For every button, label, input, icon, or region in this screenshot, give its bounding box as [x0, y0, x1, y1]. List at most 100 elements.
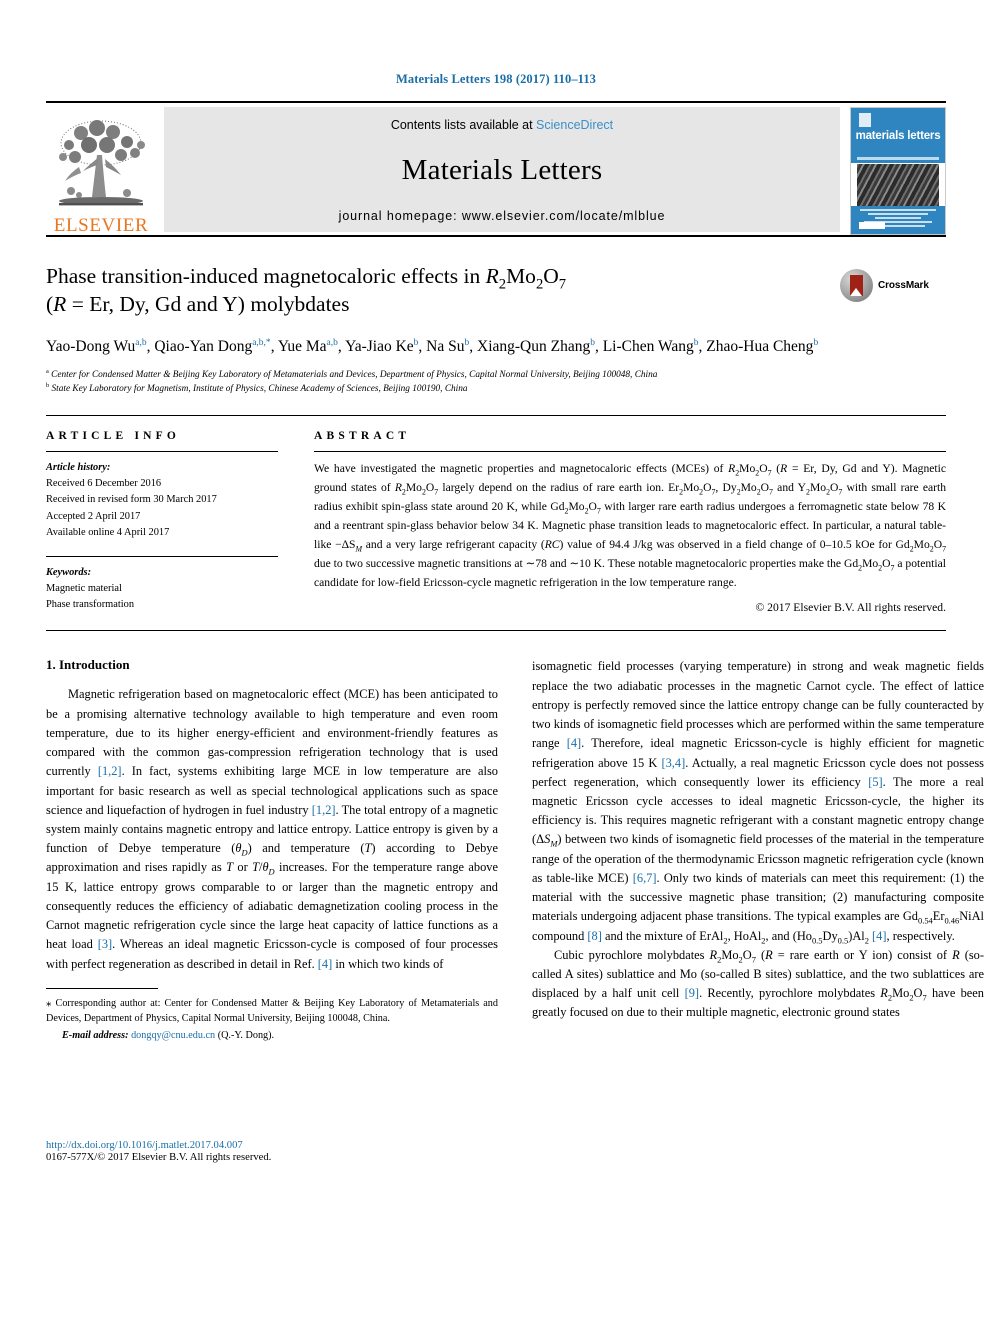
- author-separator: ,: [698, 337, 703, 355]
- elsevier-logo: ELSEVIER: [46, 107, 156, 235]
- abstract-rule: [314, 451, 946, 453]
- intro-paragraph-1-continued: isomagnetic field processes (varying tem…: [532, 659, 985, 945]
- intro-paragraph-2: Cubic pyrochlore molybdates R2Mo2O7 (R =…: [532, 947, 984, 1020]
- article-history-label: Article history:: [46, 462, 111, 474]
- title-formula-1: R2Mo2O7: [485, 264, 567, 293]
- affiliation-list: a Center for Condensed Matter & Beijing …: [46, 369, 946, 397]
- journal-band: Contents lists available at ScienceDirec…: [164, 107, 840, 232]
- crossmark-icon: [840, 268, 873, 302]
- history-item: Accepted 2 April 2017: [46, 510, 141, 522]
- crossmark-label: CrossMark: [878, 279, 929, 291]
- author-separator: ,: [594, 337, 603, 355]
- footnote-divider: [46, 987, 158, 989]
- body-column-right: isomagnetic field processes (varying tem…: [532, 657, 984, 1157]
- author-item: Xiang-Qun Zhangb,: [477, 338, 603, 355]
- email-line: E-mail address: dongqy@cnu.edu.cn (Q.-Y.…: [46, 1028, 498, 1043]
- history-item: Available online 4 April 2017: [46, 526, 170, 538]
- article-history-block: Article history: Received 6 December 201…: [46, 460, 278, 541]
- keywords-label: Keywords:: [46, 566, 92, 578]
- abstract-body: We have investigated the magnetic proper…: [314, 462, 947, 589]
- citation-link[interactable]: [1,2]: [312, 803, 336, 817]
- journal-cover-thumbnail: materials letters: [850, 107, 946, 235]
- author-affiliation-marker: a,b,*: [252, 337, 271, 348]
- citation-link[interactable]: [1,2]: [98, 764, 122, 778]
- doi-link[interactable]: http://dx.doi.org/10.1016/j.matlet.2017.…: [46, 1140, 498, 1151]
- abstract-copyright: © 2017 Elsevier B.V. All rights reserved…: [755, 601, 946, 615]
- citation-link[interactable]: [9]: [685, 986, 699, 1000]
- sciencedirect-link[interactable]: ScienceDirect: [536, 118, 613, 132]
- article-info-rule: [46, 451, 278, 453]
- article-info-column: ARTICLE INFO Article history: Received 6…: [46, 430, 278, 614]
- affiliation-marker: b: [46, 382, 50, 390]
- citation-link[interactable]: [4]: [567, 736, 581, 750]
- affiliation-text: State Key Laboratory for Magnetism, Inst…: [51, 384, 468, 395]
- author-separator: ,: [337, 337, 346, 355]
- article-info-heading: ARTICLE INFO: [46, 430, 181, 443]
- history-item: Received 6 December 2016: [46, 478, 162, 490]
- section-heading-introduction: 1. Introduction: [46, 657, 130, 673]
- journal-masthead: ELSEVIER Contents lists available at Sci…: [46, 101, 946, 235]
- title-text-part2: (R = Er, Dy, Gd and Y) molybdates: [46, 291, 350, 316]
- author-name: Qiao-Yan Dong: [154, 337, 253, 355]
- citation-link[interactable]: [8]: [587, 929, 601, 943]
- cover-badge: [859, 222, 885, 229]
- citation-link[interactable]: [3]: [98, 937, 112, 951]
- title-area: Phase transition-induced magnetocaloric …: [46, 263, 946, 319]
- author-affiliation-marker: b: [813, 337, 819, 348]
- corresponding-author-footnote: ⁎ Corresponding author at: Center for Co…: [46, 995, 498, 1043]
- crossmark-badge[interactable]: CrossMark: [840, 265, 946, 305]
- author-name: Yue Ma: [277, 337, 327, 355]
- cover-photo-image: [857, 164, 939, 206]
- author-name: Xiang-Qun Zhang: [477, 337, 591, 355]
- author-name: Na Su: [426, 337, 465, 355]
- masthead-bottom-rule: [46, 235, 946, 237]
- abstract-heading: ABSTRACT: [314, 430, 411, 443]
- citation-link[interactable]: [4]: [872, 929, 886, 943]
- abstract-bottom-rule: [46, 630, 946, 632]
- body-columns: 1. Introduction Magnetic refrigeration b…: [46, 657, 984, 1163]
- body-column-left: 1. Introduction Magnetic refrigeration b…: [46, 657, 498, 1163]
- footer-block: http://dx.doi.org/10.1016/j.matlet.2017.…: [46, 1140, 498, 1163]
- author-item: Qiao-Yan Donga,b,*,: [154, 338, 278, 355]
- author-item: Na Sub,: [426, 338, 477, 355]
- email-link[interactable]: dongqy@cnu.edu.cn: [131, 1030, 215, 1041]
- author-name: Li-Chen Wang: [602, 337, 694, 355]
- author-item: Ya-Jiao Keb,: [345, 338, 426, 355]
- author-item: Li-Chen Wangb,: [603, 338, 703, 355]
- keyword-item: Magnetic material: [46, 582, 122, 594]
- cover-elsevier-mark: [859, 113, 871, 127]
- author-separator: ,: [270, 337, 278, 355]
- info-abstract-row: ARTICLE INFO Article history: Received 6…: [46, 416, 946, 614]
- history-item: Received in revised form 30 March 2017: [46, 494, 217, 506]
- citation-link[interactable]: [5]: [868, 775, 882, 789]
- cover-divider: [857, 157, 939, 160]
- affiliation-marker: a: [46, 368, 49, 376]
- homepage-url[interactable]: www.elsevier.com/locate/mlblue: [462, 209, 665, 223]
- intro-paragraph-1: Magnetic refrigeration based on magnetoc…: [46, 687, 498, 971]
- citation-link[interactable]: [4]: [318, 957, 332, 971]
- author-item: Zhao-Hua Chengb: [706, 338, 818, 355]
- citation-link[interactable]: [3,4]: [661, 756, 685, 770]
- keyword-item: Phase transformation: [46, 599, 135, 611]
- homepage-prefix: journal homepage:: [338, 209, 462, 223]
- journal-title: Materials Letters: [401, 154, 603, 186]
- author-affiliation-marker: a,b: [135, 337, 147, 348]
- author-separator: ,: [469, 337, 477, 355]
- author-name: Yao-Dong Wu: [46, 337, 136, 355]
- running-head: Materials Letters 198 (2017) 110–113: [395, 72, 597, 86]
- citation-link[interactable]: [6,7]: [633, 871, 657, 885]
- author-list: Yao-Dong Wua,b, Qiao-Yan Donga,b,*, Yue …: [46, 336, 946, 358]
- keywords-block: Keywords: Magnetic material Phase transf…: [46, 565, 278, 613]
- affiliation-item: a Center for Condensed Matter & Beijing …: [46, 369, 946, 383]
- email-label: E-mail address:: [62, 1029, 129, 1041]
- issn-copyright: 0167-577X/© 2017 Elsevier B.V. All right…: [46, 1152, 272, 1164]
- email-owner: (Q.-Y. Dong).: [217, 1029, 275, 1041]
- affiliation-text: Center for Condensed Matter & Beijing Ke…: [51, 370, 658, 381]
- corresponding-author-label: Corresponding author at:: [51, 997, 165, 1009]
- elsevier-tree-icon: [59, 120, 145, 206]
- author-separator: ,: [418, 337, 427, 355]
- author-item: Yao-Dong Wua,b,: [46, 338, 154, 355]
- contents-prefix: Contents lists available at: [390, 118, 537, 132]
- author-item: Yue Maa,b,: [278, 338, 345, 355]
- keywords-rule: [46, 555, 278, 557]
